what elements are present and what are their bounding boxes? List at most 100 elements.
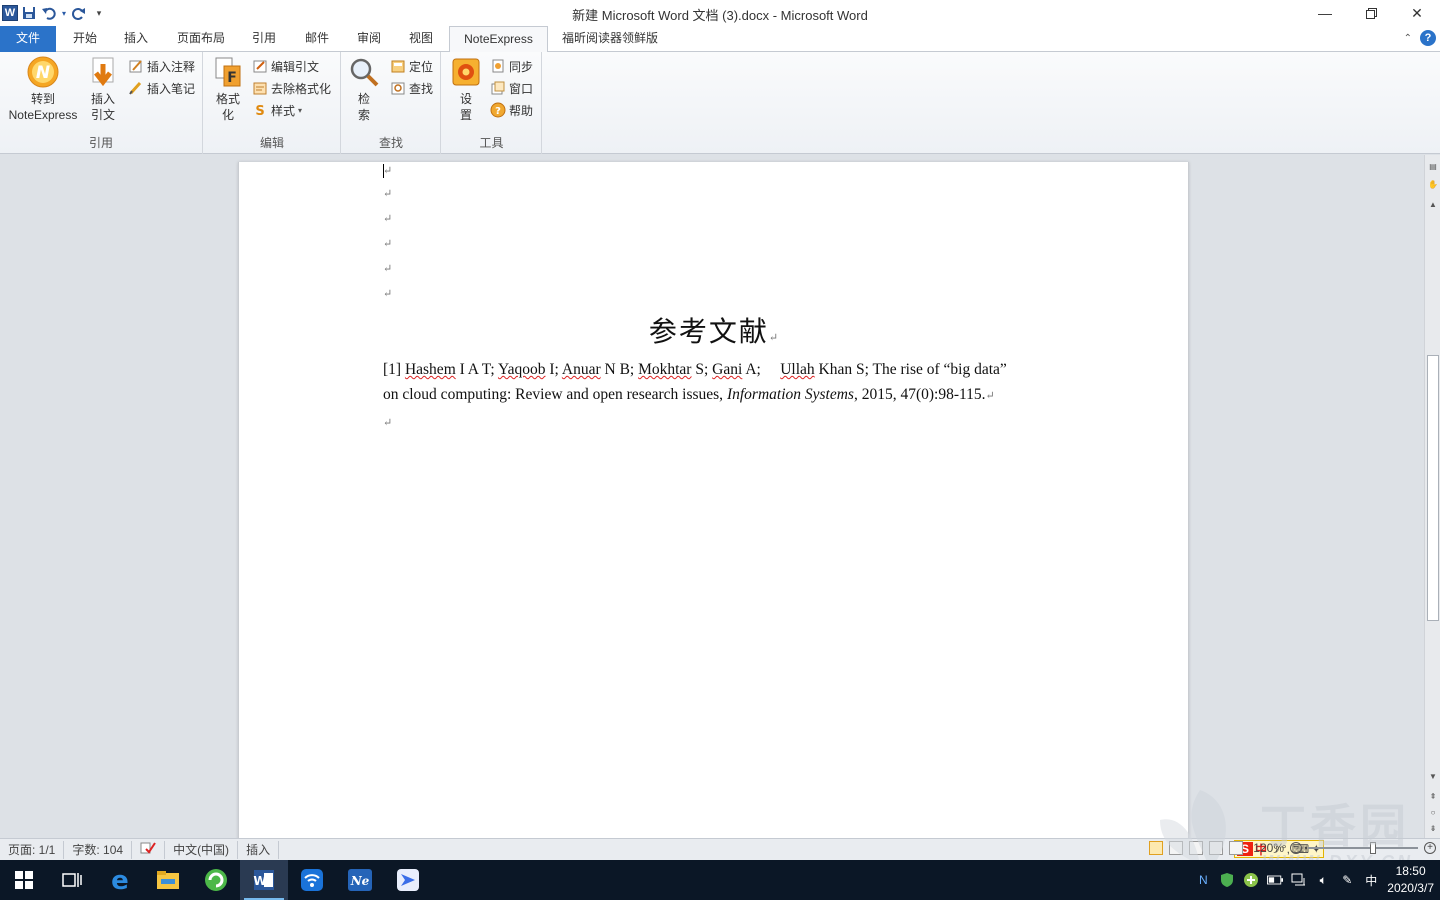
- scroll-up-icon[interactable]: ▲: [1425, 197, 1440, 211]
- zoom-level[interactable]: 120%: [1253, 841, 1284, 855]
- wifi-app-icon[interactable]: [288, 860, 336, 900]
- volume-icon[interactable]: 🔈︎: [1315, 872, 1331, 888]
- web-layout-view-icon[interactable]: [1189, 841, 1204, 855]
- search-button[interactable]: 检 索: [346, 56, 382, 123]
- author-rest: A;: [742, 361, 781, 378]
- insert-memo-button[interactable]: 插入笔记: [128, 78, 195, 98]
- insert-mode-indicator[interactable]: 插入: [238, 840, 280, 859]
- word-icon[interactable]: W: [240, 860, 288, 900]
- proofing-icon[interactable]: [132, 840, 166, 859]
- tab-file[interactable]: 文件: [0, 26, 56, 52]
- ruler-toggle-icon[interactable]: ▤: [1425, 159, 1440, 173]
- insert-note-button[interactable]: 插入注释: [128, 56, 195, 76]
- zoom-out-icon[interactable]: −: [1290, 842, 1302, 854]
- goto-noteexpress-label-2: NoteExpress: [8, 108, 78, 122]
- edge-icon[interactable]: e: [96, 860, 144, 900]
- sync-button[interactable]: 同步: [490, 56, 533, 76]
- tab-foxit-reader[interactable]: 福昕阅读器领鲜版: [552, 26, 668, 52]
- page-count[interactable]: 页面: 1/1: [0, 840, 65, 859]
- outline-view-icon[interactable]: [1209, 841, 1224, 855]
- pen-icon[interactable]: ✎: [1339, 872, 1355, 888]
- document-page[interactable]: ↵ ↵ ↵ ↵ ↵ ↵ 参考文献↵ [1] Hashem I A T; Yaqo…: [238, 162, 1189, 838]
- close-icon[interactable]: ✕: [1394, 0, 1440, 26]
- edit-citation-label: 编辑引文: [271, 59, 320, 74]
- search-label-2: 索: [357, 108, 370, 122]
- window-button[interactable]: 窗口: [490, 78, 533, 98]
- style-dropdown[interactable]: S 样式 ▾: [252, 100, 302, 120]
- taskbar: e W Ne N 🔈︎ ✎ 中 18:50 2020/3/7: [0, 860, 1440, 900]
- tab-home[interactable]: 开始: [58, 26, 112, 52]
- document-area[interactable]: ↵ ↵ ↵ ↵ ↵ ↵ 参考文献↵ [1] Hashem I A T; Yaqo…: [0, 155, 1424, 838]
- settings-button[interactable]: 设 置: [446, 56, 486, 123]
- explorer-icon[interactable]: [144, 860, 192, 900]
- svg-text:N: N: [36, 63, 50, 83]
- reference-tail: , 2015, 47(0):98-115.: [853, 386, 986, 403]
- gear-icon: [452, 58, 480, 86]
- author-name: Mokhtar: [638, 361, 692, 378]
- goto-noteexpress-label-1: 转到: [30, 92, 55, 106]
- help-icon[interactable]: ?: [1420, 30, 1436, 46]
- locate-button[interactable]: 定位: [390, 56, 433, 76]
- previous-page-icon[interactable]: ⇞: [1425, 789, 1440, 803]
- sync-icon: [492, 59, 504, 73]
- author-name: Gani: [712, 361, 743, 378]
- 360-browser-icon[interactable]: [192, 860, 240, 900]
- ime-tray-indicator[interactable]: 中: [1363, 872, 1379, 888]
- scrollbar-thumb[interactable]: [1427, 355, 1439, 621]
- tab-review[interactable]: 审阅: [344, 26, 394, 52]
- tab-references[interactable]: 引用: [240, 26, 288, 52]
- pan-hand-icon[interactable]: ✋: [1425, 177, 1440, 191]
- status-bar-right: 120% − +: [1149, 841, 1436, 855]
- start-icon[interactable]: [0, 860, 48, 900]
- vertical-scrollbar[interactable]: ▤ ✋ ▲ ▼ ⇞ ○ ⇟: [1424, 155, 1440, 838]
- network-icon[interactable]: [1291, 872, 1307, 888]
- language-indicator[interactable]: 中文(中国): [165, 840, 239, 859]
- remove-format-button[interactable]: 去除格式化: [252, 78, 331, 98]
- zoom-in-icon[interactable]: +: [1424, 842, 1436, 854]
- word-count[interactable]: 字数: 104: [64, 840, 133, 859]
- format-button[interactable]: F 格式 化: [210, 56, 246, 123]
- noteexpress-tray-icon[interactable]: N: [1195, 872, 1211, 888]
- find-icon: [391, 82, 405, 95]
- clock[interactable]: 18:50 2020/3/7: [1387, 863, 1434, 897]
- chevron-down-icon: ▾: [298, 105, 303, 115]
- draft-view-icon[interactable]: [1229, 841, 1244, 855]
- restore-icon[interactable]: [1348, 0, 1394, 26]
- tab-page-layout[interactable]: 页面布局: [164, 26, 238, 52]
- add-green-icon[interactable]: [1243, 872, 1259, 888]
- insert-citation-button[interactable]: 插入 引文: [84, 56, 122, 123]
- help-button[interactable]: ? 帮助: [490, 100, 533, 120]
- tab-noteexpress[interactable]: NoteExpress: [449, 26, 548, 53]
- goto-noteexpress-button[interactable]: N 转到 NoteExpress: [4, 56, 82, 123]
- feishu-icon[interactable]: [384, 860, 432, 900]
- minimize-ribbon-icon[interactable]: ⌃: [1404, 33, 1412, 44]
- browse-object-icon[interactable]: ○: [1425, 805, 1440, 819]
- zoom-slider[interactable]: [1308, 842, 1418, 854]
- insert-citation-icon: [92, 57, 114, 87]
- battery-icon[interactable]: [1267, 872, 1284, 888]
- find-button[interactable]: 查找: [390, 78, 433, 98]
- next-page-icon[interactable]: ⇟: [1425, 821, 1440, 835]
- print-layout-view-icon[interactable]: [1149, 841, 1164, 855]
- window-icon: [491, 81, 505, 95]
- remove-format-icon: [253, 82, 267, 95]
- help-label: 帮助: [509, 103, 534, 118]
- tab-view[interactable]: 视图: [396, 26, 446, 52]
- references-heading-text: 参考文献: [648, 315, 769, 348]
- insert-citation-label-1: 插入: [90, 92, 115, 106]
- zoom-slider-knob[interactable]: [1370, 842, 1376, 854]
- minimize-icon[interactable]: —: [1302, 0, 1348, 26]
- shield-icon[interactable]: [1219, 872, 1235, 888]
- settings-label-1: 设: [459, 92, 472, 106]
- tab-insert[interactable]: 插入: [112, 26, 160, 52]
- tab-mailings[interactable]: 邮件: [292, 26, 342, 52]
- task-view-icon[interactable]: [48, 860, 96, 900]
- edit-citation-button[interactable]: 编辑引文: [252, 56, 319, 76]
- noteexpress-icon[interactable]: Ne: [336, 860, 384, 900]
- scroll-down-icon[interactable]: ▼: [1425, 769, 1440, 783]
- window-controls: — ✕: [1302, 0, 1440, 26]
- svg-text:e: e: [111, 868, 129, 892]
- edit-citation-icon: [253, 60, 267, 73]
- style-label: 样式: [271, 103, 296, 118]
- full-screen-reading-view-icon[interactable]: [1169, 841, 1184, 855]
